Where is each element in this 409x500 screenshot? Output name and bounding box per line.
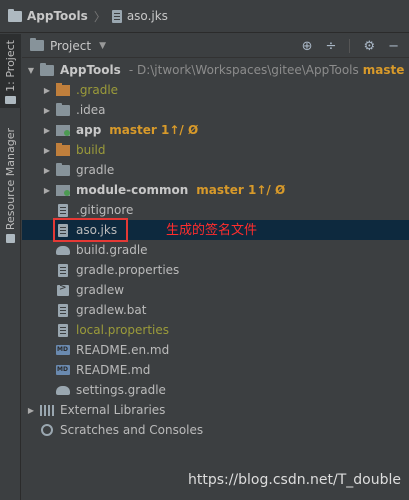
folder-icon [5, 95, 16, 104]
tree-item-gradlew[interactable]: gradlew [22, 280, 409, 300]
expand-arrow-icon[interactable]: ▶ [26, 406, 36, 415]
library-icon [40, 404, 54, 416]
list-item-label: build.gradle [76, 243, 148, 257]
tree-item-gitignore[interactable]: .gitignore [22, 200, 409, 220]
gradle-icon [56, 385, 70, 395]
list-item-label: Scratches and Consoles [60, 423, 204, 437]
tree-item-settings-gradle[interactable]: settings.gradle [22, 380, 409, 400]
project-tree: ▼ AppTools - D:\jtwork\Workspaces\gitee\… [22, 59, 409, 500]
folder-icon [56, 102, 70, 116]
expand-arrow-icon[interactable]: ▶ [42, 126, 52, 135]
list-item-label: .gitignore [76, 203, 134, 217]
list-item-label: app [76, 123, 102, 137]
list-item-label: settings.gradle [76, 383, 166, 397]
markdown-icon [56, 345, 70, 355]
list-item-label: README.en.md [76, 343, 170, 357]
module-folder-icon [56, 124, 70, 136]
expand-arrow-icon[interactable]: ▼ [26, 66, 36, 75]
list-item-label: README.md [76, 363, 151, 377]
markdown-icon [56, 365, 70, 375]
tree-item-build-gradle[interactable]: build.gradle [22, 240, 409, 260]
tree-item-idea[interactable]: ▶ .idea [22, 100, 409, 120]
properties-file-icon [58, 323, 68, 337]
list-item-label: module-common [76, 183, 189, 197]
tree-root[interactable]: ▼ AppTools - D:\jtwork\Workspaces\gitee\… [22, 60, 409, 80]
list-item-label: build [76, 143, 106, 157]
project-view-label: Project [50, 38, 92, 53]
list-item-label: .idea [76, 103, 106, 117]
file-icon [58, 303, 68, 317]
annotation-text: 生成的签名文件 [166, 223, 258, 238]
breadcrumb-file-label: aso.jks [126, 9, 168, 23]
expand-arrow-icon[interactable]: ▶ [42, 186, 52, 195]
list-item-label: gradle [76, 163, 115, 177]
tree-item-gradle-cache[interactable]: ▶ .gradle [22, 80, 409, 100]
list-item-label: gradle.properties [76, 263, 180, 277]
divider [349, 39, 351, 53]
terminal-icon [57, 283, 69, 296]
file-icon [111, 9, 122, 23]
list-item-label: gradlew.bat [76, 303, 147, 317]
minimize-icon[interactable]: − [388, 39, 399, 54]
gradle-icon [56, 245, 70, 255]
breadcrumb: AppTools 〉 aso.jks [0, 0, 409, 33]
tree-item-scratches[interactable]: Scratches and Consoles [22, 420, 409, 440]
chevron-down-icon: ▼ [99, 40, 106, 51]
folder-icon [56, 162, 70, 176]
folder-icon [56, 82, 70, 96]
tree-item-gradle-properties[interactable]: gradle.properties [22, 260, 409, 280]
tree-item-external-libraries[interactable]: ▶ External Libraries [22, 400, 409, 420]
project-toolbar: Project ▼ ⊕ ÷ ⚙ − [22, 34, 409, 58]
breadcrumb-file[interactable]: aso.jks [111, 9, 168, 23]
breadcrumb-project[interactable]: AppTools [8, 8, 88, 23]
gear-icon[interactable]: ⚙ [363, 39, 375, 54]
tree-item-gradlew-bat[interactable]: gradlew.bat [22, 300, 409, 320]
tree-item-readme-en[interactable]: README.en.md [22, 340, 409, 360]
scratches-icon [41, 424, 53, 436]
tree-root-path: - D:\jtwork\Workspaces\gitee\AppTools [128, 63, 359, 77]
expand-arrow-icon[interactable]: ▶ [42, 146, 52, 155]
tree-root-label: AppTools [60, 63, 121, 77]
locate-icon[interactable]: ⊕ [302, 39, 313, 54]
module-folder-icon [56, 184, 70, 196]
properties-file-icon [58, 263, 68, 277]
tree-item-app[interactable]: ▶ app master 1↑/ Ø [22, 120, 409, 140]
breadcrumb-project-label: AppTools [27, 9, 88, 23]
project-view-selector[interactable]: Project ▼ [30, 38, 106, 53]
tool-window-strip: 1: Project Resource Manager [0, 34, 21, 500]
chevron-right-icon: 〉 [93, 9, 106, 24]
tree-item-readme[interactable]: README.md [22, 360, 409, 380]
list-item-label: .gradle [76, 83, 119, 97]
expand-arrow-icon[interactable]: ▶ [42, 86, 52, 95]
tab-project[interactable]: 1: Project [0, 34, 21, 108]
git-branch-badge: master 1↑/ Ø [196, 183, 286, 197]
tab-resource-manager-label: Resource Manager [4, 128, 17, 231]
resource-icon [6, 234, 15, 244]
tab-resource-manager[interactable]: Resource Manager [0, 128, 21, 248]
folder-icon [8, 8, 22, 22]
tree-root-branch: maste [362, 63, 405, 77]
expand-arrow-icon[interactable]: ▶ [42, 106, 52, 115]
file-icon [58, 203, 68, 217]
collapse-all-icon[interactable]: ÷ [326, 39, 337, 54]
expand-arrow-icon[interactable]: ▶ [42, 166, 52, 175]
folder-icon [40, 62, 54, 76]
git-branch-badge: master 1↑/ Ø [109, 123, 199, 137]
list-item-label: gradlew [76, 283, 125, 297]
tree-item-module-common[interactable]: ▶ module-common master 1↑/ Ø [22, 180, 409, 200]
tab-project-label: 1: Project [4, 40, 17, 92]
tree-item-build[interactable]: ▶ build [22, 140, 409, 160]
folder-icon [56, 142, 70, 156]
tree-item-gradle[interactable]: ▶ gradle [22, 160, 409, 180]
folder-icon [30, 38, 44, 51]
list-item-label: local.properties [76, 323, 170, 337]
tree-item-local-properties[interactable]: local.properties [22, 320, 409, 340]
highlight-box [53, 218, 128, 242]
watermark: https://blog.csdn.net/T_double [187, 472, 401, 488]
list-item-label: External Libraries [60, 403, 166, 417]
